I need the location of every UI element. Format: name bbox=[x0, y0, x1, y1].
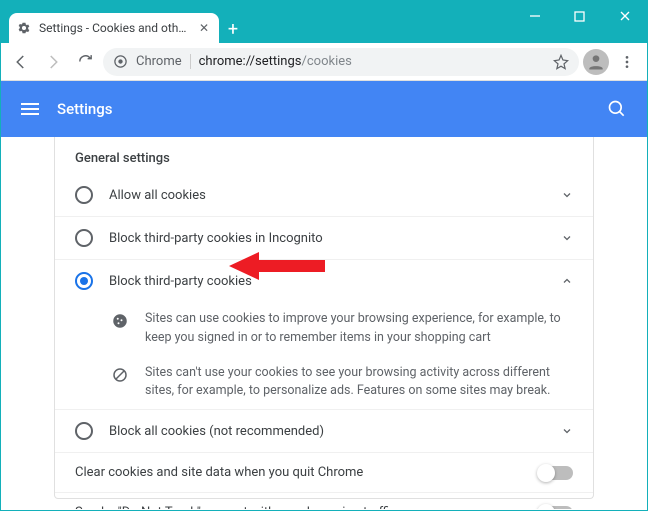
detail-block-info: Sites can't use your cookies to see your… bbox=[55, 356, 593, 410]
chrome-badge-icon bbox=[113, 54, 128, 69]
gear-icon bbox=[17, 21, 31, 35]
reload-button[interactable] bbox=[71, 48, 99, 76]
window-controls bbox=[512, 1, 647, 31]
radio-icon-checked bbox=[75, 272, 93, 290]
detail-cookie-info: Sites can use cookies to improve your br… bbox=[55, 302, 593, 356]
option-block-third-party[interactable]: Block third-party cookies bbox=[55, 259, 593, 302]
detail-text: Sites can't use your cookies to see your… bbox=[145, 364, 573, 402]
setting-do-not-track[interactable]: Send a "Do Not Track" request with your … bbox=[55, 492, 593, 509]
cookies-settings-card: General settings Allow all cookies Block… bbox=[54, 137, 594, 499]
toggle-switch[interactable] bbox=[539, 466, 573, 480]
radio-icon bbox=[75, 186, 93, 204]
overflow-menu-button[interactable] bbox=[613, 48, 641, 76]
chevron-down-icon bbox=[561, 425, 573, 437]
chevron-down-icon bbox=[561, 189, 573, 201]
chevron-down-icon bbox=[561, 232, 573, 244]
url-scheme-label: Chrome bbox=[136, 54, 191, 69]
address-bar[interactable]: Chrome chrome://settings/cookies bbox=[103, 48, 579, 76]
cookie-icon bbox=[111, 312, 131, 348]
content-area: General settings Allow all cookies Block… bbox=[2, 137, 646, 509]
content-scroll[interactable]: General settings Allow all cookies Block… bbox=[2, 137, 646, 509]
forward-button[interactable] bbox=[39, 48, 67, 76]
bookmark-star-icon[interactable] bbox=[553, 54, 569, 70]
setting-label: Clear cookies and site data when you qui… bbox=[75, 465, 523, 480]
settings-search-button[interactable] bbox=[607, 99, 627, 119]
toggle-switch[interactable] bbox=[539, 506, 573, 510]
new-tab-button[interactable]: + bbox=[219, 15, 247, 43]
option-label: Allow all cookies bbox=[109, 188, 545, 203]
hamburger-menu-button[interactable] bbox=[21, 103, 39, 115]
option-label: Block third-party cookies in Incognito bbox=[109, 231, 545, 246]
radio-icon bbox=[75, 422, 93, 440]
option-block-all-cookies[interactable]: Block all cookies (not recommended) bbox=[55, 409, 593, 452]
option-label: Block all cookies (not recommended) bbox=[109, 424, 545, 439]
option-block-incognito[interactable]: Block third-party cookies in Incognito bbox=[55, 216, 593, 259]
setting-label: Send a "Do Not Track" request with your … bbox=[75, 505, 523, 509]
tab-title: Settings - Cookies and other site… bbox=[39, 21, 189, 35]
browser-toolbar: Chrome chrome://settings/cookies bbox=[1, 43, 647, 81]
profile-avatar[interactable] bbox=[583, 49, 609, 75]
section-title-general: General settings bbox=[55, 151, 593, 174]
window-close-button[interactable] bbox=[602, 1, 647, 31]
window-minimize-button[interactable] bbox=[512, 1, 557, 31]
option-label: Block third-party cookies bbox=[109, 274, 545, 289]
radio-icon bbox=[75, 229, 93, 247]
browser-tab-settings[interactable]: Settings - Cookies and other site… ✕ bbox=[9, 13, 219, 43]
settings-header-title: Settings bbox=[57, 100, 589, 118]
back-button[interactable] bbox=[7, 48, 35, 76]
chevron-up-icon bbox=[561, 275, 573, 287]
option-allow-all-cookies[interactable]: Allow all cookies bbox=[55, 174, 593, 216]
block-icon bbox=[111, 366, 131, 402]
tab-close-icon[interactable]: ✕ bbox=[197, 21, 211, 35]
settings-app-header: Settings bbox=[1, 81, 647, 137]
window-maximize-button[interactable] bbox=[557, 1, 602, 31]
detail-text: Sites can use cookies to improve your br… bbox=[145, 310, 573, 348]
setting-clear-on-exit[interactable]: Clear cookies and site data when you qui… bbox=[55, 452, 593, 492]
url-text: chrome://settings/cookies bbox=[199, 54, 352, 69]
